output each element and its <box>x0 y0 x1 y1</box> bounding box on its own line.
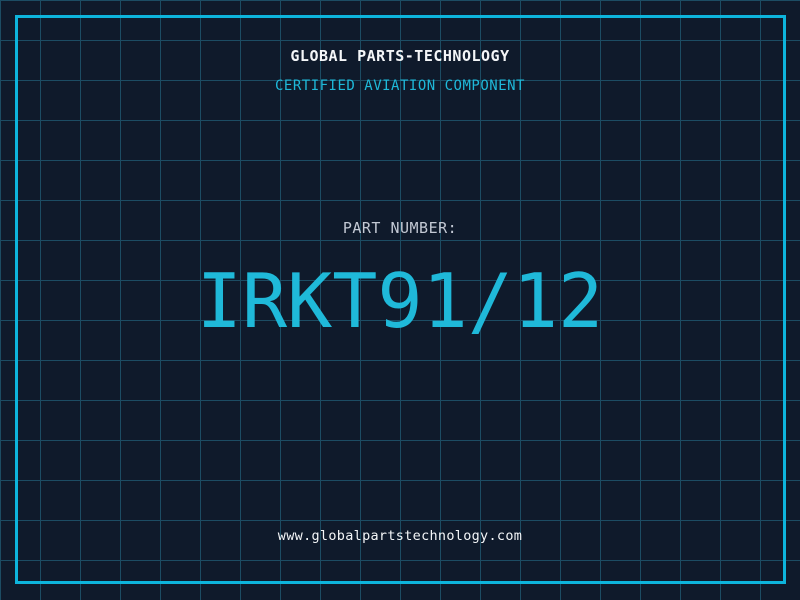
part-number-value: IRKT91/12 <box>196 257 604 345</box>
certification-line: CERTIFIED AVIATION COMPONENT <box>274 78 525 94</box>
blueprint-label-card: GLOBAL PARTS-TECHNOLOGY CERTIFIED AVIATI… <box>0 0 800 600</box>
part-number-label: PART NUMBER: <box>342 219 458 237</box>
company-name: GLOBAL PARTS-TECHNOLOGY <box>290 47 510 65</box>
website-url: www.globalpartstechnology.com <box>277 528 523 544</box>
